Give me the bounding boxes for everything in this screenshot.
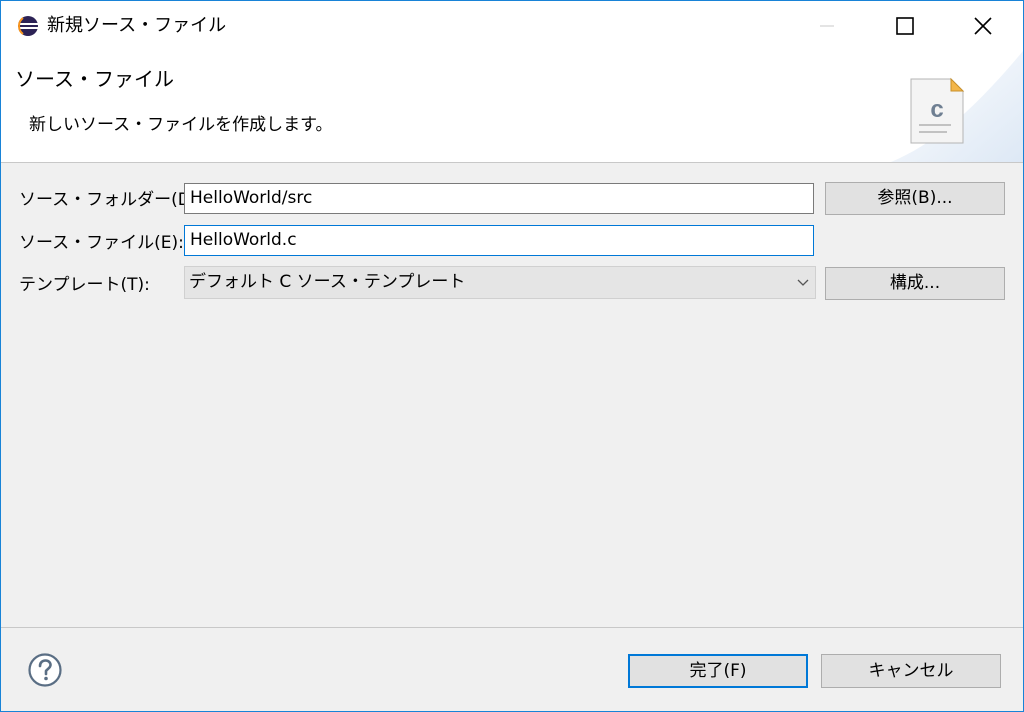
close-button[interactable]: [953, 1, 1013, 51]
help-icon[interactable]: [27, 652, 63, 688]
source-file-input[interactable]: HelloWorld.c: [184, 225, 814, 256]
minimize-button[interactable]: [797, 1, 857, 51]
close-icon: [974, 17, 992, 35]
footer-separator: [1, 627, 1023, 628]
source-folder-input[interactable]: HelloWorld/src: [184, 183, 814, 214]
banner-title: ソース・ファイル: [15, 67, 174, 91]
source-file-label: ソース・ファイル(E):: [19, 233, 184, 253]
maximize-icon: [896, 17, 914, 35]
banner-description: 新しいソース・ファイルを作成します。: [29, 115, 333, 135]
template-select-value: デフォルト C ソース・テンプレート: [189, 272, 466, 292]
maximize-button[interactable]: [875, 1, 935, 51]
browse-button[interactable]: 参照(B)...: [825, 182, 1005, 215]
c-source-file-icon: c: [891, 51, 1023, 162]
cancel-button[interactable]: キャンセル: [821, 654, 1001, 688]
wizard-banner: ソース・ファイル 新しいソース・ファイルを作成します。 c: [1, 51, 1023, 163]
chevron-down-icon: [797, 279, 809, 286]
template-select[interactable]: デフォルト C ソース・テンプレート: [184, 266, 816, 299]
window-title: 新規ソース・ファイル: [47, 15, 227, 36]
minimize-icon: [820, 25, 834, 27]
configure-button[interactable]: 構成...: [825, 267, 1005, 300]
finish-button[interactable]: 完了(F): [628, 654, 808, 688]
title-bar: 新規ソース・ファイル: [1, 1, 1023, 51]
eclipse-icon: [18, 16, 38, 36]
source-folder-label: ソース・フォルダー(D):: [19, 190, 204, 210]
c-file-letter: c: [930, 96, 943, 123]
template-label: テンプレート(T):: [19, 275, 150, 295]
new-source-file-dialog: 新規ソース・ファイル ソース・ファイル 新しいソース・ファイルを作成します。 c…: [0, 0, 1024, 712]
